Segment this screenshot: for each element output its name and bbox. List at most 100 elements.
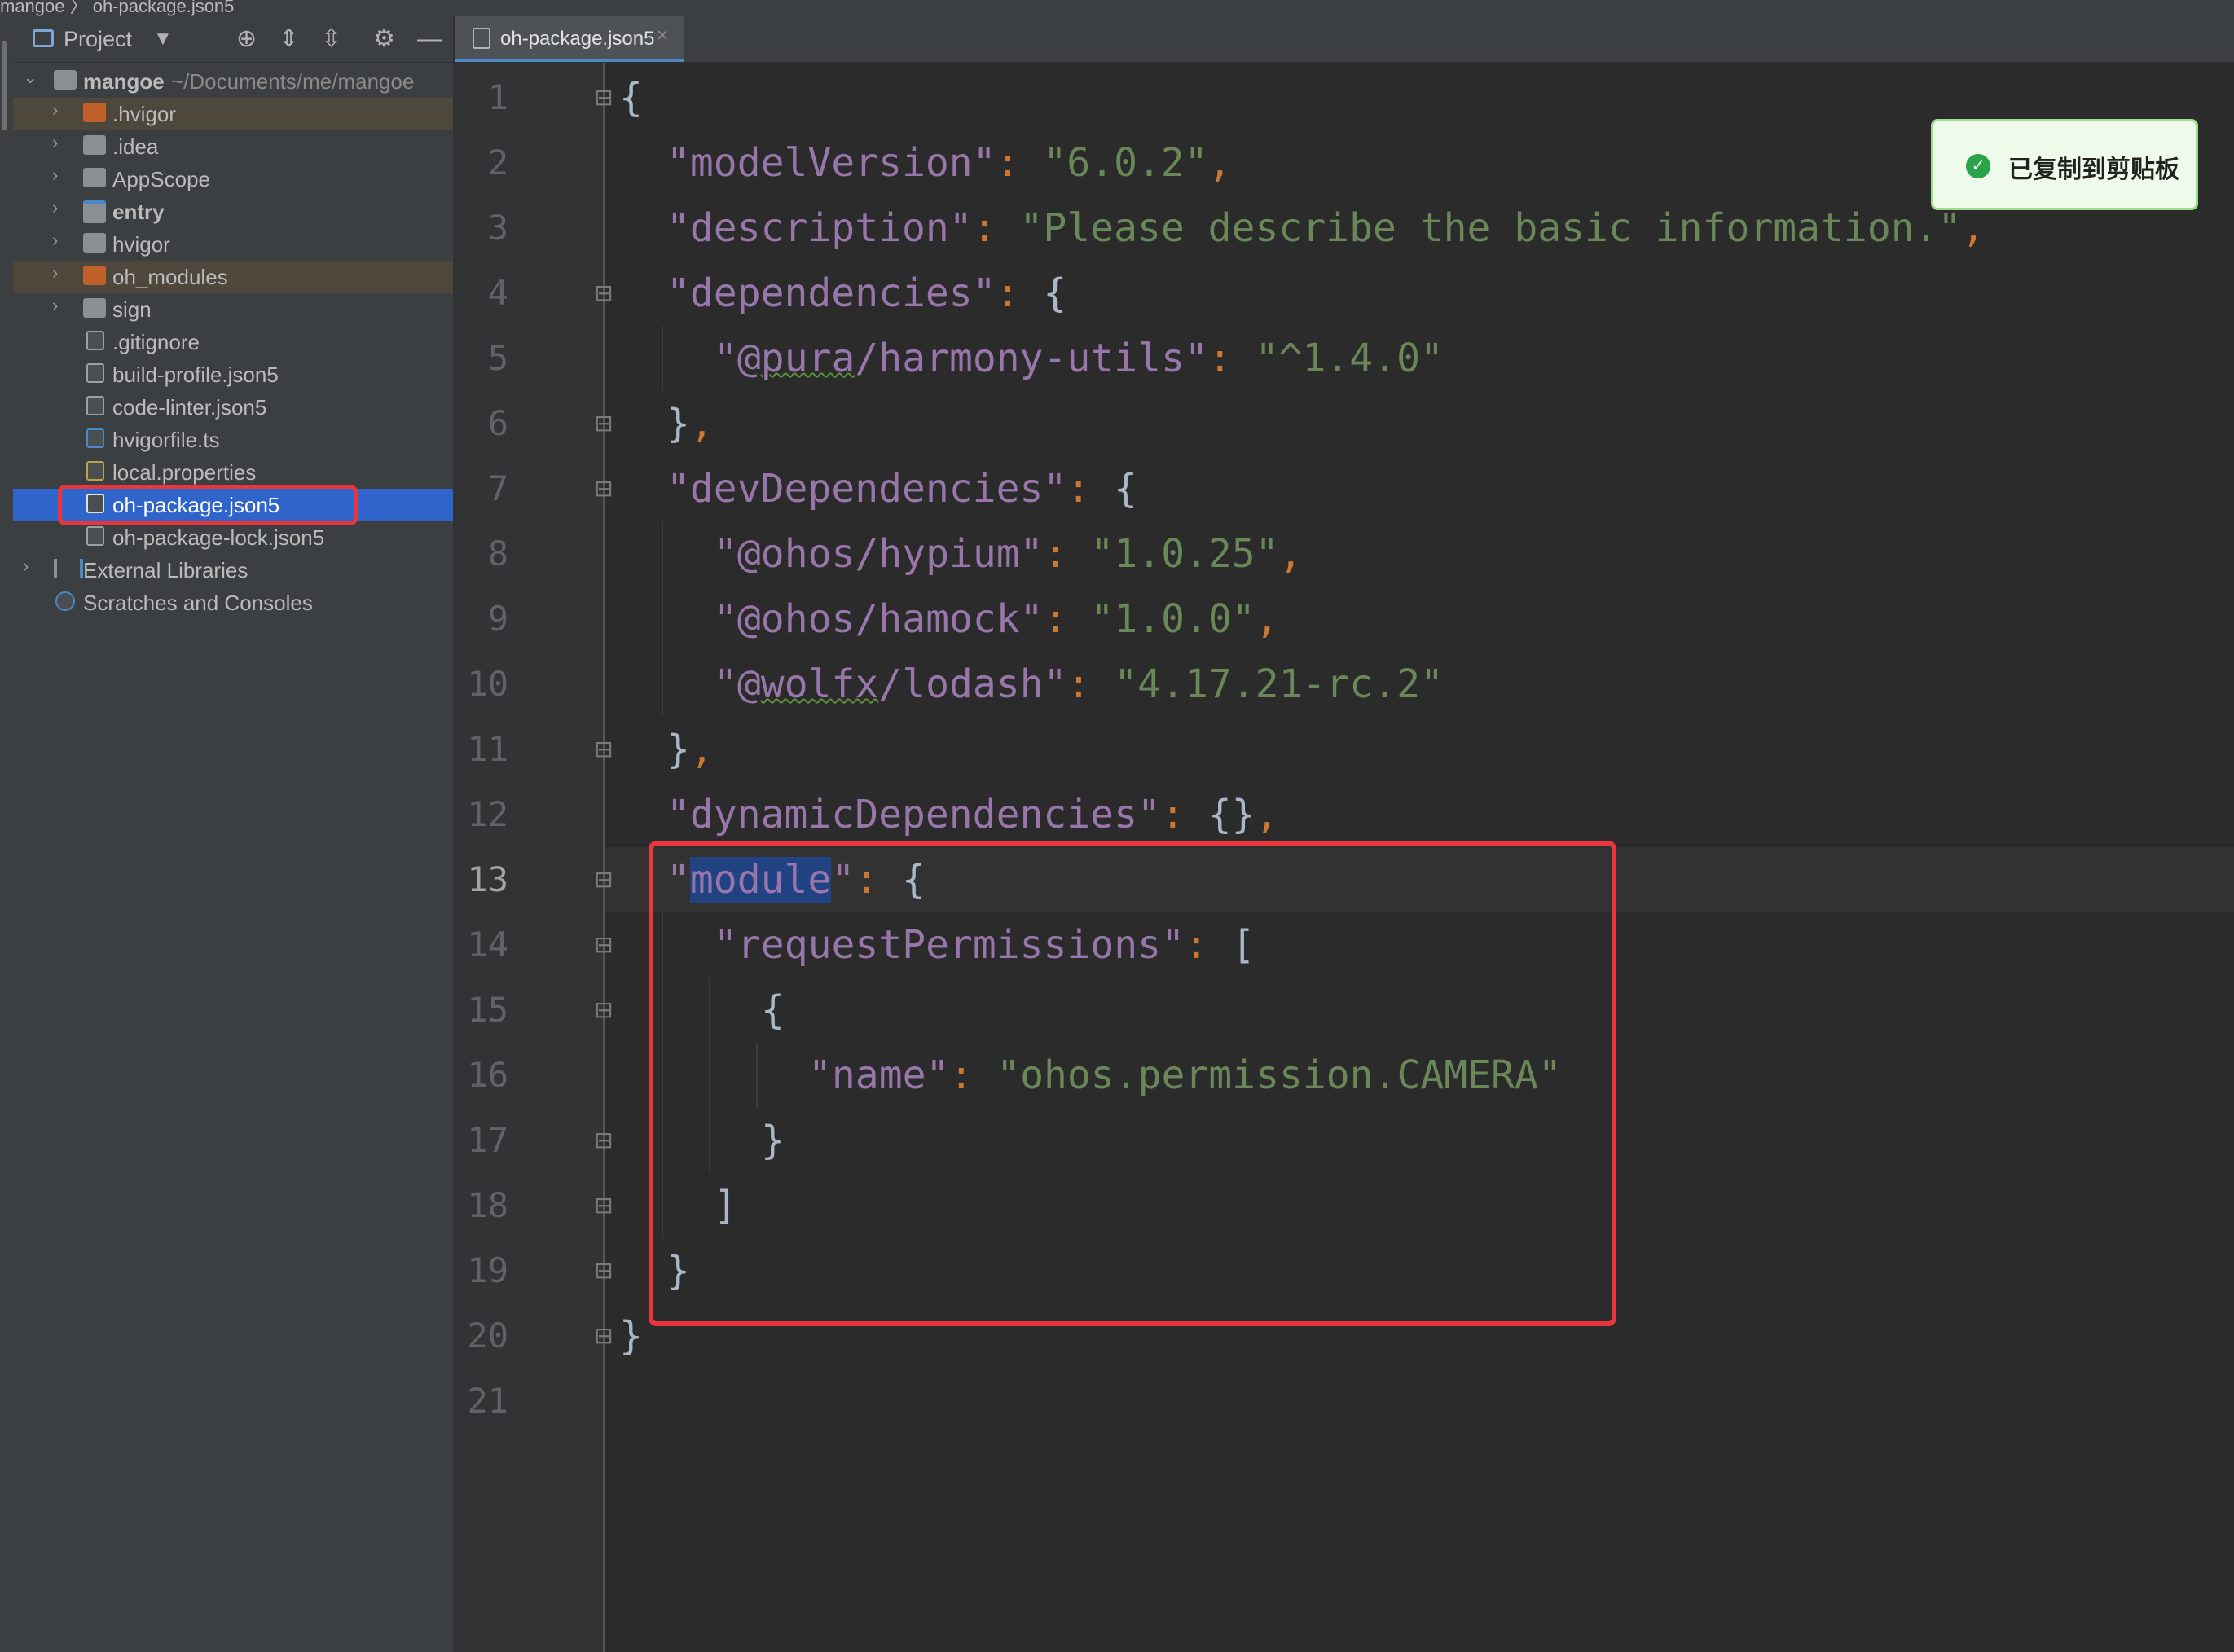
fold-open-icon[interactable]: ⊟ [590, 84, 618, 112]
locate-icon[interactable]: ⊕ [236, 24, 257, 54]
fold-end-icon[interactable]: ⊟ [590, 1257, 618, 1285]
line-number: 17 [467, 1120, 508, 1160]
code-line-4[interactable]: "dependencies": { [666, 261, 1066, 326]
line-number-current: 13 [467, 859, 508, 899]
tree-item-label: build-profile.json5 [112, 362, 279, 387]
fold-open-icon[interactable]: ⊟ [590, 866, 618, 894]
fold-open-icon[interactable]: ⊟ [590, 996, 618, 1024]
line-number: 4 [487, 273, 508, 313]
gear-icon[interactable]: ⚙ [373, 24, 395, 54]
expand-all-icon[interactable]: ⇕ [279, 24, 299, 54]
line-number: 9 [487, 599, 508, 639]
code-line-3[interactable]: "description": "Please describe the basi… [666, 196, 1985, 261]
code-line-7[interactable]: "devDependencies": { [666, 456, 1137, 521]
folder-icon [54, 70, 77, 90]
tree-item-label: .hvigor [112, 102, 177, 126]
fold-open-icon[interactable]: ⊟ [590, 931, 618, 959]
tree-item[interactable]: › oh_modules [13, 261, 453, 293]
line-number: 5 [487, 338, 508, 378]
line-number: 15 [467, 990, 508, 1030]
line-number: 12 [467, 794, 508, 834]
code-line-11[interactable]: }, [666, 717, 714, 782]
tree-item-label: entry [112, 200, 165, 224]
chevron-down-icon[interactable]: ⌄ [23, 67, 37, 88]
chevron-right-icon[interactable]: › [52, 262, 58, 283]
close-icon[interactable]: × [657, 24, 668, 47]
tree-item-label: External Libraries [83, 558, 248, 582]
json-file-icon [86, 526, 104, 546]
project-stripe-button[interactable] [2, 41, 7, 130]
tree-item-scratches[interactable]: Scratches and Consoles [13, 587, 453, 619]
line-number: 3 [487, 208, 508, 248]
code-line-20[interactable]: } [619, 1303, 643, 1369]
tree-item-external-libraries[interactable]: › External Libraries [13, 554, 453, 587]
fold-end-icon[interactable]: ⊟ [590, 1322, 618, 1350]
folder-icon [83, 298, 106, 318]
fold-end-icon[interactable]: ⊟ [590, 736, 618, 763]
tree-root[interactable]: ⌄ mangoe ~/Documents/me/mangoe [13, 65, 453, 98]
tree-item-label: local.properties [112, 460, 257, 485]
tab-oh-package-json5[interactable]: oh-package.json5 × [455, 16, 684, 62]
tool-window-stripe[interactable] [0, 16, 14, 1652]
line-number: 8 [487, 534, 508, 573]
folder-icon [83, 168, 106, 187]
editor-tab-bar: oh-package.json5 × [455, 16, 2234, 63]
tab-label: oh-package.json5 [500, 28, 655, 50]
fold-end-icon[interactable]: ⊟ [590, 1192, 618, 1219]
tree-item[interactable]: › .hvigor [13, 98, 453, 130]
chevron-right-icon[interactable]: › [52, 165, 58, 186]
collapse-all-icon[interactable]: ⇳ [321, 24, 341, 54]
fold-end-icon[interactable]: ⊟ [590, 410, 618, 437]
fold-open-icon[interactable]: ⊟ [590, 475, 618, 503]
line-number: 19 [467, 1250, 508, 1290]
tree-item[interactable]: › hvigor [13, 228, 453, 261]
hide-icon[interactable]: — [417, 24, 442, 54]
tree-item[interactable]: › AppScope [13, 163, 453, 196]
tree-item[interactable]: oh-package-lock.json5 [13, 521, 453, 554]
code-line-10[interactable]: "@wolfx/lodash": "4.17.21-rc.2" [714, 652, 1444, 717]
tree-item-label: code-linter.json5 [112, 395, 267, 420]
line-number: 6 [487, 403, 508, 443]
code-line-1[interactable]: { [619, 65, 643, 130]
code-line-5[interactable]: "@pura/harmony-utils": "^1.4.0" [714, 326, 1444, 391]
tree-item-label: sign [112, 297, 152, 322]
tree-item-label: hvigor [112, 232, 170, 257]
tree-item[interactable]: › sign [13, 293, 453, 326]
breadcrumb[interactable]: mangoe 〉 oh-package.json5 [0, 0, 234, 18]
tree-item-label: oh-package-lock.json5 [112, 525, 325, 550]
code-line-6[interactable]: }, [666, 391, 714, 456]
tree-item[interactable]: › entry [13, 196, 453, 228]
chevron-right-icon[interactable]: › [52, 295, 58, 316]
json-file-icon [473, 28, 490, 49]
code-line-8[interactable]: "@ohos/hypium": "1.0.25", [714, 521, 1302, 587]
chevron-down-icon[interactable]: ▼ [153, 24, 173, 54]
tree-item[interactable]: .gitignore [13, 326, 453, 358]
tree-item[interactable]: › .idea [13, 130, 453, 163]
fold-end-icon[interactable]: ⊟ [590, 1127, 618, 1154]
project-view-label[interactable]: Project [64, 27, 132, 52]
tree-item[interactable]: code-linter.json5 [13, 391, 453, 424]
chevron-right-icon[interactable]: › [52, 132, 58, 153]
tree-item-label: AppScope [112, 167, 210, 191]
tree-item[interactable]: hvigorfile.ts [13, 424, 453, 456]
annotation-highlight-box [649, 841, 1616, 1326]
tree-item[interactable]: local.properties [13, 456, 453, 489]
fold-open-icon[interactable]: ⊟ [590, 279, 618, 307]
tree-item[interactable]: build-profile.json5 [13, 358, 453, 391]
file-icon [86, 331, 104, 350]
line-number: 2 [487, 143, 508, 182]
root-path: ~/Documents/me/mangoe [171, 69, 415, 94]
line-number: 7 [487, 468, 508, 508]
code-line-9[interactable]: "@ohos/hamock": "1.0.0", [714, 587, 1279, 652]
code-line-2[interactable]: "modelVersion": "6.0.2", [666, 130, 1232, 196]
properties-file-icon [86, 461, 104, 481]
chevron-right-icon[interactable]: › [52, 197, 58, 218]
chevron-right-icon[interactable]: › [52, 230, 58, 251]
chevron-right-icon[interactable]: › [23, 556, 29, 577]
line-number: 21 [467, 1381, 508, 1421]
navigation-bar: mangoe 〉 oh-package.json5 [0, 0, 2234, 17]
chevron-right-icon[interactable]: › [52, 99, 58, 121]
toast-message: 已复制到剪贴板 [2008, 156, 2179, 183]
code-line-12[interactable]: "dynamicDependencies": {}, [666, 782, 1278, 847]
check-circle-icon: ✓ [1966, 154, 1990, 178]
